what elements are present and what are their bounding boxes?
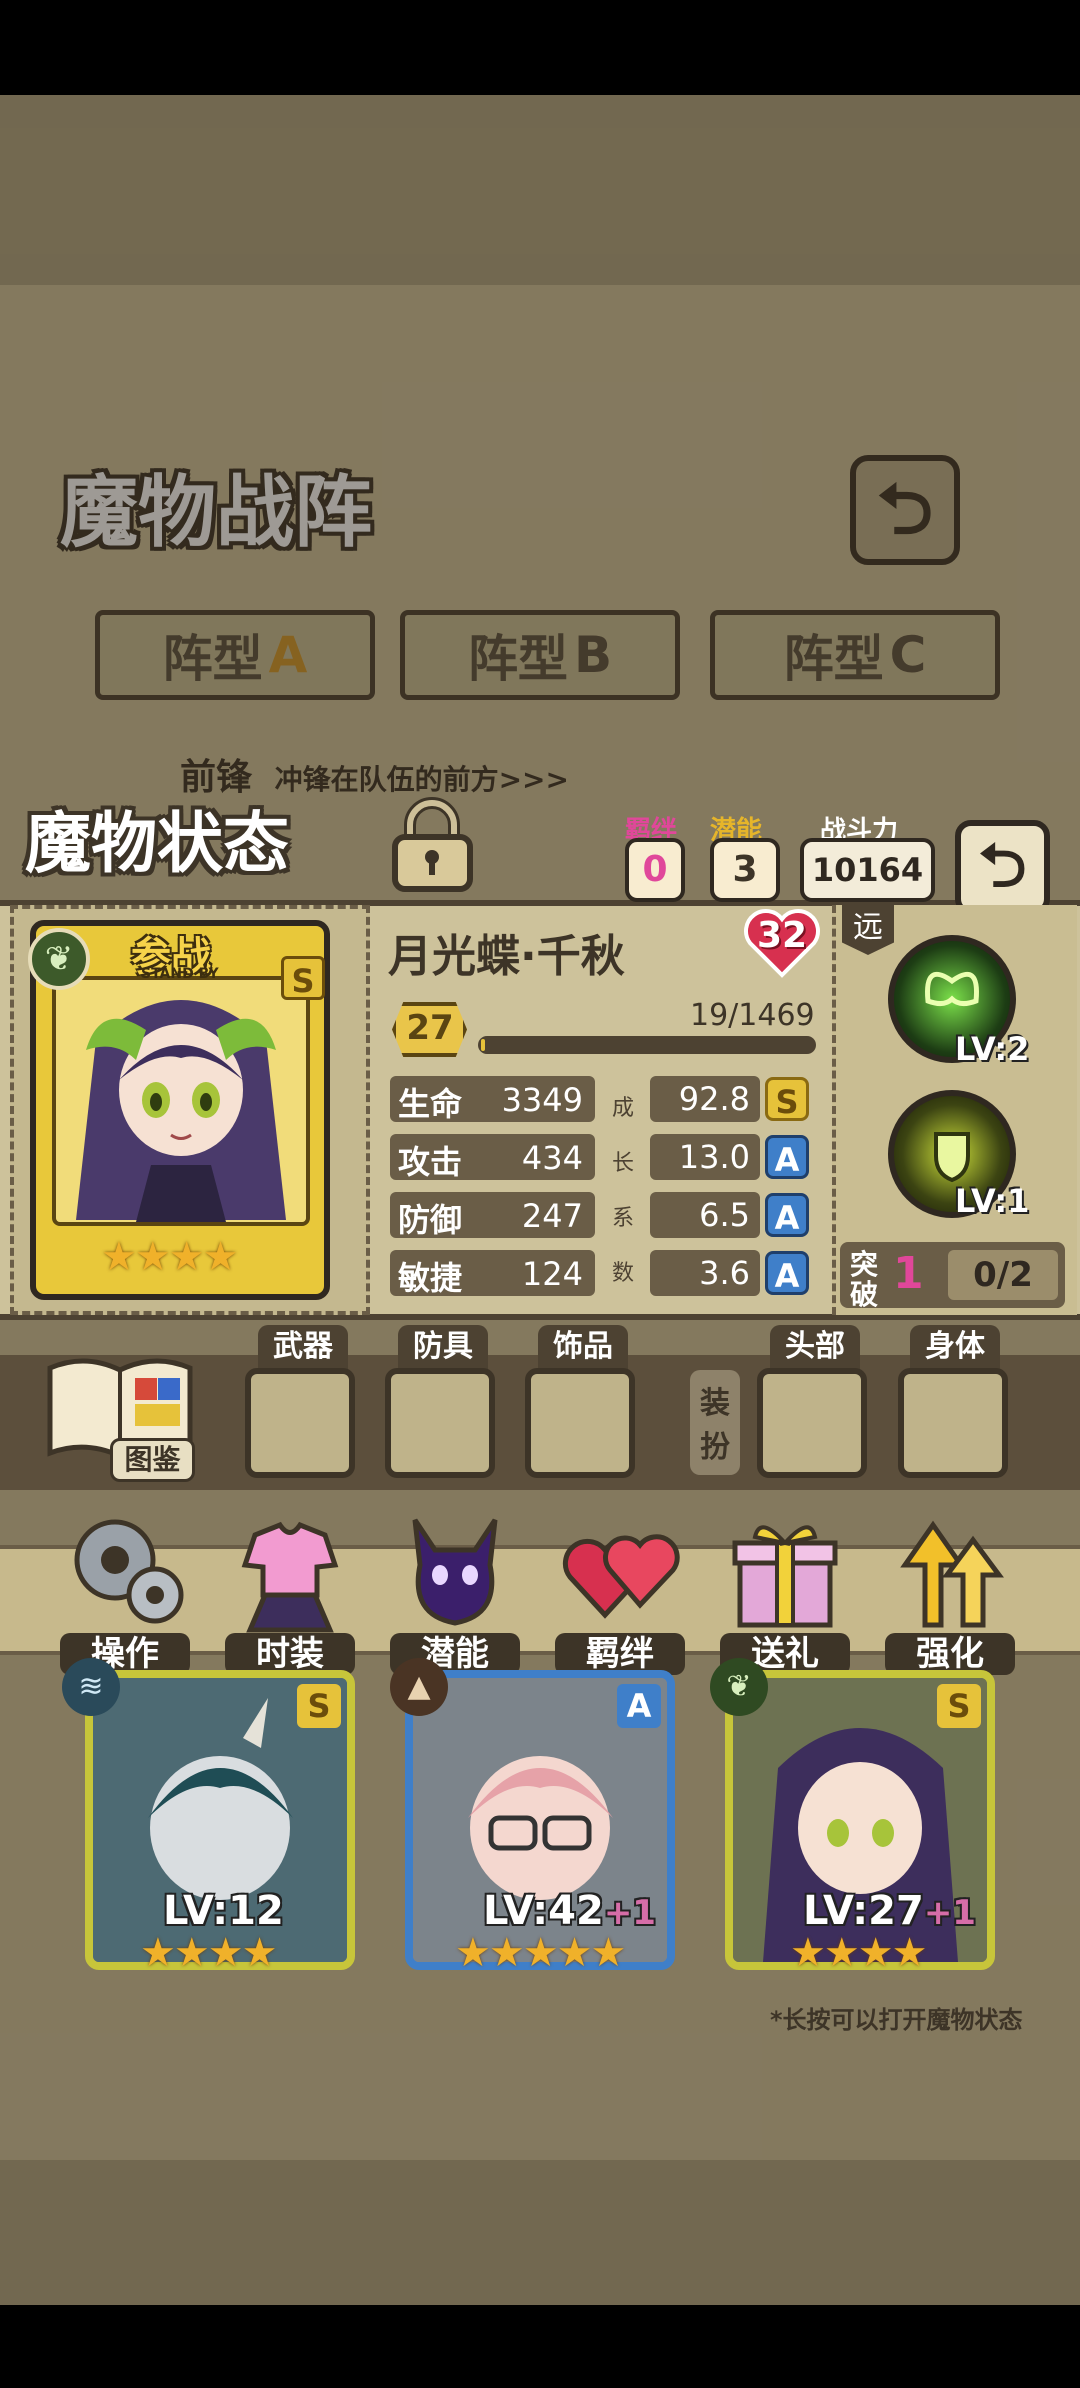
earth-element-icon: ▲	[390, 1658, 448, 1716]
water-element-icon: ≋	[62, 1658, 120, 1716]
team-card-3[interactable]: LV:27+1 S	[725, 1670, 995, 1970]
skill-1-level: LV:2	[955, 1030, 1030, 1068]
heart-value: 32	[757, 915, 808, 956]
stat-hp: 生命 3349	[390, 1076, 595, 1123]
close-status-button[interactable]: ⮌	[955, 820, 1050, 915]
lock-icon[interactable]	[385, 795, 480, 895]
codex-button[interactable]: 图鉴	[40, 1348, 200, 1488]
portrait-grade-badge: S	[281, 956, 325, 1000]
team-card-2-grade: A	[617, 1684, 661, 1728]
footer-hint: *长按可以打开魔物状态	[770, 2006, 1023, 2034]
armor-slot[interactable]	[385, 1368, 495, 1478]
gift-button[interactable]: 送礼	[720, 1505, 850, 1675]
team-card-2-level: LV:42+1	[483, 1888, 656, 1934]
team-card-3-stars: ★★★★	[790, 1930, 927, 1976]
enhance-button[interactable]: 强化	[885, 1505, 1015, 1675]
breakthrough-label-2: 破	[850, 1278, 879, 1311]
dress-label-2: 扮	[700, 1430, 730, 1465]
level-value: 27	[406, 1008, 454, 1048]
stat-attack: 攻击 434	[390, 1134, 595, 1181]
growth-attack: 13.0	[650, 1134, 760, 1180]
enhance-label: 强化	[885, 1633, 1015, 1675]
team-card-1[interactable]: LV:12 S	[85, 1670, 355, 1970]
grade-hp: S	[765, 1077, 809, 1121]
skill-2-level: LV:1	[955, 1182, 1030, 1220]
grade-agility: A	[765, 1251, 809, 1295]
outfit-icon	[241, 1521, 339, 1633]
head-slot[interactable]	[757, 1368, 867, 1478]
breakthrough-value: 1	[893, 1248, 924, 1299]
stat-defense: 防御 247	[390, 1192, 595, 1239]
body-slot[interactable]	[898, 1368, 1008, 1478]
hearts-icon	[562, 1534, 680, 1619]
dress-label-tag: 装 扮	[690, 1370, 740, 1475]
exp-bar-fill	[481, 1039, 486, 1051]
exp-text: 19/1469	[690, 998, 815, 1033]
accessory-slot[interactable]	[525, 1368, 635, 1478]
team-card-1-level: LV:12	[163, 1888, 284, 1934]
growth-hp: 92.8	[650, 1076, 760, 1122]
dress-label-1: 装	[700, 1386, 730, 1421]
team-card-1-grade: S	[297, 1684, 341, 1728]
tab-formation-a[interactable]: 阵型 A	[95, 610, 375, 700]
leaf-element-icon-2: ❦	[710, 1658, 768, 1716]
potential-value: 3	[710, 838, 780, 902]
codex-label: 图鉴	[110, 1438, 195, 1482]
team-card-1-stars: ★★★★	[140, 1930, 277, 1976]
power-value: 10164	[800, 838, 935, 902]
growth-label-3: 系	[612, 1206, 635, 1231]
breakthrough-progress: 0/2	[948, 1250, 1058, 1300]
bond-button[interactable]: 羁绊	[555, 1505, 685, 1675]
outfit-label: 时装	[225, 1633, 355, 1675]
gift-icon	[732, 1525, 838, 1628]
back-button[interactable]: ⮌	[850, 455, 960, 565]
map-bottom-band	[0, 2160, 1080, 2305]
team-card-3-level: LV:27+1	[803, 1888, 976, 1934]
monster-portrait-image	[56, 980, 306, 1222]
growth-label-4: 数	[612, 1261, 635, 1286]
weapon-label: 武器	[258, 1325, 348, 1369]
growth-label-2: 长	[612, 1151, 635, 1176]
team-card-3-grade: S	[937, 1684, 981, 1728]
accessory-label: 饰品	[538, 1325, 628, 1369]
head-label: 头部	[770, 1325, 860, 1369]
growth-defense: 6.5	[650, 1192, 760, 1238]
grade-defense: A	[765, 1193, 809, 1237]
exp-bar	[478, 1036, 816, 1054]
bond-action-label: 羁绊	[555, 1633, 685, 1675]
map-top-band	[0, 95, 1080, 285]
status-title: 魔物状态	[25, 804, 289, 882]
team-card-2-stars: ★★★★★	[455, 1930, 626, 1976]
grade-attack: A	[765, 1135, 809, 1179]
leaf-element-icon: ❦	[28, 928, 90, 990]
potential-button[interactable]: 潜能	[390, 1505, 520, 1675]
bond-value: 0	[625, 838, 685, 902]
stat-agility: 敏捷 124	[390, 1250, 595, 1297]
tab-formation-c[interactable]: 阵型 C	[710, 610, 1000, 700]
armor-label: 防具	[398, 1325, 488, 1369]
standby-badge-sub: STAND BY	[141, 966, 219, 982]
tab-formation-b[interactable]: 阵型 B	[400, 610, 680, 700]
growth-label-1: 成	[612, 1096, 635, 1121]
operate-button[interactable]: 操作	[60, 1505, 190, 1675]
portrait-stars: ★★★★	[101, 1234, 238, 1280]
demon-icon	[412, 1518, 498, 1626]
weapon-slot[interactable]	[245, 1368, 355, 1478]
outfit-button[interactable]: 时装	[225, 1505, 355, 1675]
portrait-inner	[52, 976, 310, 1226]
lineup-title: 魔物战阵	[60, 467, 373, 558]
upgrade-arrows-icon	[900, 1520, 1004, 1628]
monster-name: 月光蝶·千秋	[388, 931, 625, 982]
gear-icon	[74, 1519, 184, 1624]
team-card-2[interactable]: LV:42+1 A	[405, 1670, 675, 1970]
front-row-hint: 冲锋在队伍的前方>>>	[274, 763, 569, 796]
body-label: 身体	[910, 1325, 1000, 1369]
growth-agility: 3.6	[650, 1250, 760, 1296]
